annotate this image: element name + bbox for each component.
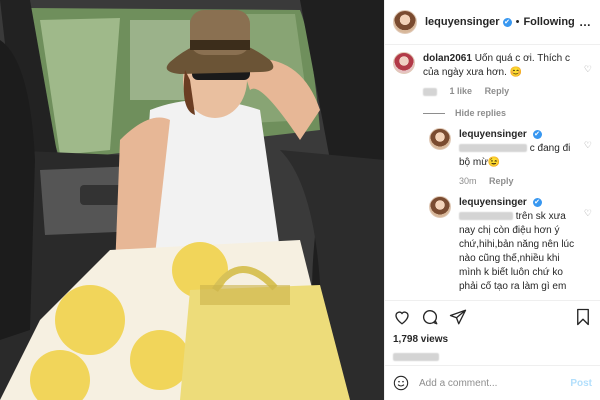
comment-username[interactable]: dolan2061 [423,53,472,64]
avatar[interactable] [393,10,417,34]
hide-replies-button[interactable]: Hide replies [423,106,592,120]
add-comment-bar: Post [385,365,600,400]
reply-text: trên sk xưa nay chị còn điệu hơn ý chứ,h… [459,211,575,292]
post-photo [0,0,384,400]
separator-dot: • [515,16,520,28]
redacted-date [393,352,439,361]
reply-username[interactable]: lequyensinger [459,129,527,140]
post-header: lequyensinger ✔ • Following … [385,0,600,45]
bookmark-icon[interactable] [574,308,592,326]
like-comment-heart-icon[interactable]: ♡ [584,62,592,76]
emoji-icon[interactable] [393,375,409,391]
redacted-mention [459,144,527,153]
post-comment-button[interactable]: Post [570,378,592,389]
hide-replies-line [423,112,445,114]
heart-icon[interactable] [393,308,411,326]
post-sidebar: lequyensinger ✔ • Following … dolan2061 … [384,0,600,400]
reply-username[interactable]: lequyensinger [459,197,527,208]
avatar[interactable] [393,52,415,74]
redacted-timestamp [423,87,437,96]
reply-item: lequyensinger ✔ c đang đi bộ mừ😉 30m Rep… [429,128,592,188]
post-actions-bar [385,300,600,333]
reply-time: 30m [459,176,477,186]
reply-item: lequyensinger ✔ trên sk xưa nay chị còn … [429,196,592,292]
verified-badge-icon: ✔ [502,17,512,27]
verified-badge-icon: ✔ [532,130,542,139]
verified-badge-icon: ✔ [532,198,542,207]
author-username[interactable]: lequyensinger [425,16,500,28]
avatar[interactable] [429,128,451,150]
comments-list[interactable]: dolan2061 Uốn quá c ơi. Thích c của ngày… [385,46,600,292]
post-image-illustration [0,0,384,400]
share-icon[interactable] [449,308,467,326]
comment-icon[interactable] [421,308,439,326]
redacted-mention [459,212,513,221]
reply-button[interactable]: Reply [485,86,510,96]
like-reply-heart-icon[interactable]: ♡ [584,138,592,152]
avatar[interactable] [429,196,451,218]
reply-button[interactable]: Reply [489,176,514,186]
comment-input[interactable] [417,376,571,390]
like-reply-heart-icon[interactable]: ♡ [584,206,592,220]
comment-likes[interactable]: 1 like [450,86,473,96]
more-options-icon[interactable]: … [579,15,592,29]
hide-replies-label: Hide replies [455,108,507,118]
view-count[interactable]: 1,798 views [393,334,448,345]
following-button[interactable]: Following [523,16,574,28]
comment-item: dolan2061 Uốn quá c ơi. Thích c của ngày… [393,52,592,98]
post-date [393,348,439,366]
